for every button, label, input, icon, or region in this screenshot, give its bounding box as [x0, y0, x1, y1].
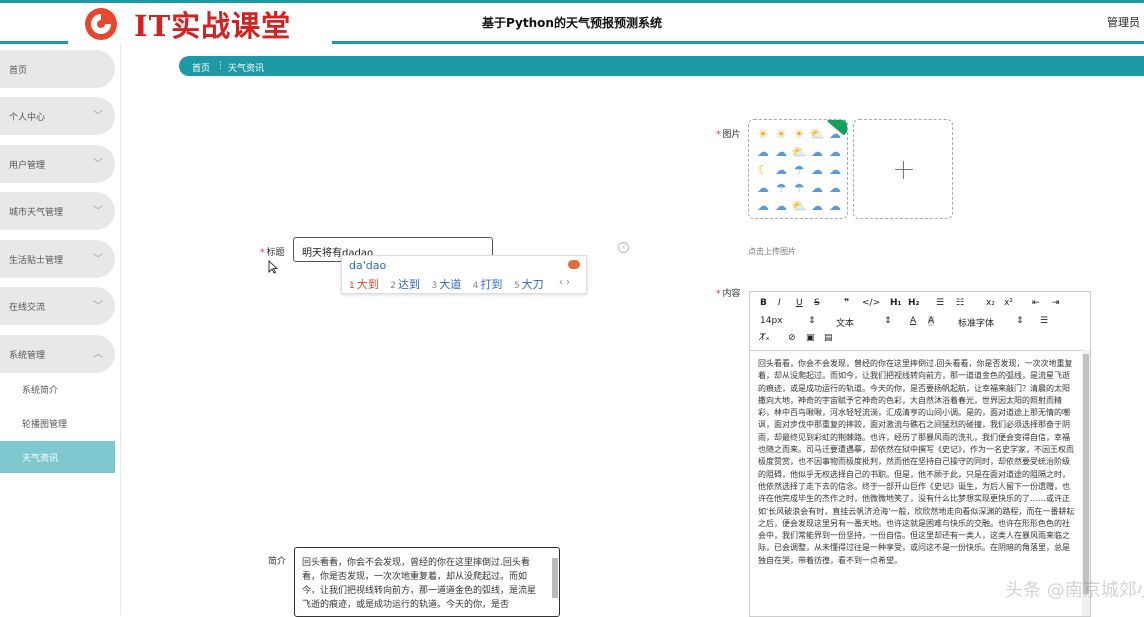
- sidebar-item-label: 首页: [9, 66, 28, 76]
- ime-candidate[interactable]: 4 打到: [473, 278, 503, 291]
- align-button[interactable]: ☰: [1040, 316, 1048, 326]
- font-family-select[interactable]: 标准字体: [958, 316, 994, 329]
- upload-hint: 点击上传图片: [748, 247, 796, 256]
- sidebar-item-users[interactable]: 用户管理 ﹀: [0, 145, 115, 183]
- chevron-down-icon: ﹀: [93, 111, 103, 122]
- sidebar-item-city-weather[interactable]: 城市天气管理 ﹀: [0, 192, 115, 230]
- sidebar-subitem-label: 天气资讯: [22, 454, 59, 464]
- summary-scrollbar[interactable]: [552, 558, 558, 598]
- ime-candidate[interactable]: 3 大道: [431, 278, 461, 291]
- italic-button[interactable]: I: [778, 298, 781, 308]
- superscript-button[interactable]: x²: [1004, 298, 1013, 308]
- sidebar-subitem-carousel[interactable]: 轮播图管理: [0, 407, 115, 439]
- sidebar-subitem-label: 系统简介: [22, 386, 59, 396]
- user-menu[interactable]: 管理员: [1107, 14, 1140, 30]
- sidebar-item-label: 系统管理: [9, 351, 46, 361]
- clear-icon[interactable]: ×: [618, 242, 629, 253]
- subscript-button[interactable]: x₂: [986, 298, 995, 308]
- mouse-cursor-icon: [268, 260, 278, 274]
- sidebar-item-system[interactable]: 系统管理 ︿: [0, 335, 115, 373]
- ime-page-nav[interactable]: ‹ ›: [559, 277, 570, 288]
- summary-text: 回头看看，你会不会发现，曾经的你在这里摔倒过.回头看看，你是否发现，一次次地重复…: [302, 558, 537, 610]
- chevron-updown-icon: ⇕: [884, 316, 892, 326]
- background-color-button[interactable]: A: [928, 316, 935, 326]
- logo-text: IT实战课堂: [134, 9, 292, 43]
- image-label: * 图片: [716, 130, 741, 140]
- chevron-down-icon: ﹀: [93, 254, 103, 265]
- sidebar: 首页 个人中心 ﹀ 用户管理 ﹀ 城市天气管理 ﹀ 生活贴士管理 ﹀ 在线交流 …: [0, 44, 121, 615]
- summary-textarea[interactable]: 回头看看，你会不会发现，曾经的你在这里摔倒过.回头看看，你是否发现，一次次地重复…: [294, 547, 560, 617]
- ime-pinyin: da'dao: [349, 259, 387, 272]
- link-icon[interactable]: ⊘: [788, 333, 796, 343]
- ime-candidate[interactable]: 5 大刀: [514, 278, 544, 291]
- bullet-list-button[interactable]: ☷: [956, 298, 964, 308]
- editor-scroll-thumb[interactable]: [1083, 354, 1089, 594]
- sidebar-subitem-label: 轮播图管理: [22, 420, 68, 430]
- sidebar-item-life-tips[interactable]: 生活贴士管理 ﹀: [0, 240, 115, 278]
- video-icon[interactable]: ▤: [824, 333, 833, 343]
- font-color-button[interactable]: A: [910, 316, 916, 326]
- upload-add-button[interactable]: [853, 119, 953, 219]
- chevron-up-icon: ︿: [93, 349, 103, 360]
- sidebar-item-home[interactable]: 首页: [0, 50, 115, 88]
- logo-icon: [85, 8, 117, 40]
- font-size-select[interactable]: 14px: [760, 316, 783, 326]
- sidebar-item-online-chat[interactable]: 在线交流 ﹀: [0, 287, 115, 325]
- image-icon[interactable]: ▣: [806, 333, 815, 343]
- title-label: * 标题: [260, 248, 285, 258]
- chevron-down-icon: ﹀: [93, 159, 103, 170]
- watermark: 头条 @南京城郊小元撒: [1005, 580, 1144, 601]
- breadcrumb-current: 天气资讯: [228, 64, 265, 74]
- sidebar-item-label: 生活贴士管理: [9, 256, 64, 266]
- sidebar-item-label: 个人中心: [9, 113, 46, 123]
- sidebar-item-label: 用户管理: [9, 161, 46, 171]
- content-label-text: 内容: [722, 289, 741, 299]
- summary-label: 简介: [268, 557, 287, 567]
- breadcrumb: 首页 ⋮ 天气资讯: [179, 56, 1144, 76]
- indent-button[interactable]: ⇥: [1052, 298, 1060, 308]
- sidebar-item-label: 在线交流: [9, 303, 46, 313]
- breadcrumb-separator: ⋮: [216, 61, 225, 71]
- editor-toolbar: B I U S ❞ </> H₁ H₂ ☰ ☷ x₂ x² ⇤ ⇥ 14px ⇕…: [750, 292, 1090, 351]
- weather-icons-image: ☀ ☀ ☀ ⛅ ☁ ☁ ☁ ⛅ ☁ ☁ ☾ ☁ ☂ ☁ ☁ ☁ ☂ ☂ ☁ ☁ ☁ ☁ ⛅ ☁ ☁: [757, 127, 841, 213]
- logo: IT实战课堂: [68, 3, 332, 45]
- ime-candidate-popup: da'dao 1 大到 2 达到 3 大道 4 打到 5 大刀 ‹ ›: [341, 255, 587, 294]
- clear-format-button[interactable]: T̸ₓ: [760, 333, 770, 343]
- ordered-list-button[interactable]: ☰: [936, 298, 944, 308]
- chevron-down-icon: ﹀: [93, 206, 103, 217]
- sidebar-item-label: 城市天气管理: [9, 208, 64, 218]
- ime-candidate[interactable]: 1 大到: [349, 278, 379, 291]
- plus-icon: [895, 169, 913, 170]
- sidebar-subitem-weather-news[interactable]: 天气资讯: [0, 441, 115, 473]
- h2-button[interactable]: H₂: [908, 298, 919, 308]
- title-label-text: 标题: [266, 248, 285, 258]
- ime-logo-icon: [568, 260, 580, 269]
- editor-content[interactable]: 回头看看，你会不会发现，曾经的你在这里摔倒过.回头看看，你是否发现，一次次地重复…: [758, 358, 1076, 567]
- sidebar-item-profile[interactable]: 个人中心 ﹀: [0, 97, 115, 135]
- sidebar-subitem-system-intro[interactable]: 系统简介: [0, 373, 115, 405]
- code-button[interactable]: </>: [862, 298, 880, 308]
- image-label-text: 图片: [722, 130, 741, 140]
- uploaded-image-thumbnail[interactable]: ☀ ☀ ☀ ⛅ ☁ ☁ ☁ ⛅ ☁ ☁ ☾ ☁ ☂ ☁ ☁ ☁ ☂ ☂ ☁ ☁ ☁ ☁ ⛅ ☁ ☁: [748, 119, 848, 219]
- outdent-button[interactable]: ⇤: [1032, 298, 1040, 308]
- breadcrumb-home[interactable]: 首页: [192, 61, 210, 74]
- ime-candidate[interactable]: 2 达到: [390, 278, 420, 291]
- strike-button[interactable]: S: [814, 298, 820, 308]
- chevron-down-icon: ﹀: [93, 301, 103, 312]
- paragraph-select[interactable]: 文本: [836, 316, 854, 329]
- rich-text-editor[interactable]: B I U S ❞ </> H₁ H₂ ☰ ☷ x₂ x² ⇤ ⇥ 14px ⇕…: [749, 291, 1091, 617]
- chevron-updown-icon: ⇕: [808, 316, 816, 326]
- h1-button[interactable]: H₁: [890, 298, 901, 308]
- content-label: * 内容: [716, 289, 741, 299]
- bold-button[interactable]: B: [760, 298, 767, 308]
- chevron-updown-icon: ⇕: [1016, 316, 1024, 326]
- underline-button[interactable]: U: [796, 298, 803, 308]
- quote-button[interactable]: ❞: [844, 298, 849, 308]
